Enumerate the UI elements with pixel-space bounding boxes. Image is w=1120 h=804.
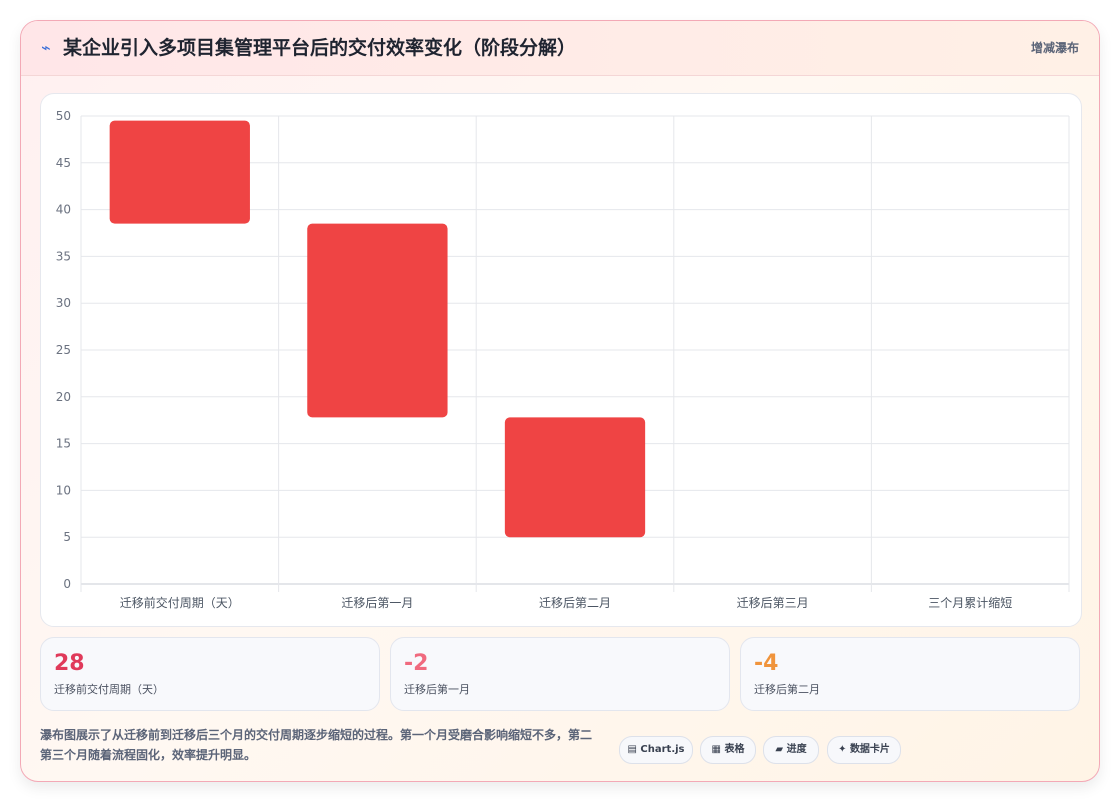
card-header: ⌁ 某企业引入多项目集管理平台后的交付效率变化（阶段分解） 增减瀑布: [21, 21, 1099, 76]
x-tick-label: 迁移后第三月: [737, 596, 809, 610]
tag-progress[interactable]: ▰ 进度: [763, 736, 819, 764]
progress-icon: ▰: [775, 744, 784, 755]
x-tick-label: 迁移前交付周期（天）: [120, 595, 240, 610]
waterfall-chart: 0 5 10 15 20 25 30 35 40 45 50 迁移前交付周期（天） 迁移后第一月 迁移后第…: [56, 109, 1070, 610]
chart-panel: 0 5 10 15 20 25 30 35 40 45 50 迁移前交付周期（天） 迁移后第一月 迁移后第…: [40, 93, 1082, 627]
y-tick-label: 25: [56, 343, 71, 357]
monitor-icon: ▤: [627, 744, 637, 755]
y-tick-label: 15: [56, 437, 71, 451]
y-tick-label: 45: [56, 156, 71, 170]
tag-label: Chart.js: [640, 744, 685, 755]
table-icon: ▦: [711, 744, 721, 755]
stat-card-month-2: -4 迁移后第二月: [740, 637, 1080, 711]
waterfall-bar: [109, 120, 250, 224]
stat-label: 迁移前交付周期（天）: [54, 683, 164, 696]
tag-label: 进度: [786, 744, 807, 755]
stat-card-month-1: -2 迁移后第一月: [390, 637, 730, 711]
y-tick-label: 35: [56, 249, 71, 263]
chart-trend-icon: ⌁: [41, 38, 51, 57]
chart-card: ⌁ 某企业引入多项目集管理平台后的交付效率变化（阶段分解） 增减瀑布 0 5 10 1…: [20, 20, 1100, 782]
chart-description: 瀑布图展示了从迁移前到迁移后三个月的交付周期逐步缩短的过程。第一个月受磨合影响缩…: [40, 728, 593, 762]
x-tick-label: 迁移后第一月: [341, 596, 413, 610]
tag-label: 数据卡片: [849, 744, 890, 755]
chart-title: 某企业引入多项目集管理平台后的交付效率变化（阶段分解）: [63, 37, 577, 59]
x-tick-label: 迁移后第二月: [539, 596, 611, 610]
stat-value: -2: [404, 651, 429, 676]
y-tick-label: 5: [63, 530, 71, 544]
chart-type-label: 增减瀑布: [1030, 41, 1079, 55]
stat-label: 迁移后第二月: [754, 683, 820, 696]
stat-value: -4: [754, 651, 779, 676]
waterfall-bar: [307, 223, 448, 418]
tag-data-card[interactable]: ✦ 数据卡片: [827, 736, 901, 764]
y-tick-label: 10: [56, 483, 71, 497]
tag-label: 表格: [724, 744, 745, 755]
y-tick-label: 20: [56, 390, 71, 404]
tag-table[interactable]: ▦ 表格: [700, 736, 756, 764]
stat-card-before: 28 迁移前交付周期（天）: [40, 637, 380, 711]
card-icon: ✦: [838, 744, 847, 755]
y-tick-label: 30: [56, 296, 71, 310]
y-tick-label: 50: [56, 109, 71, 123]
x-tick-label: 三个月累计缩短: [928, 595, 1012, 610]
stat-label: 迁移后第一月: [404, 683, 470, 696]
tag-chartjs[interactable]: ▤ Chart.js: [619, 736, 693, 764]
y-tick-label: 0: [63, 577, 71, 591]
stat-value: 28: [54, 651, 85, 676]
waterfall-bar: [504, 417, 646, 538]
y-tick-label: 40: [56, 203, 71, 217]
